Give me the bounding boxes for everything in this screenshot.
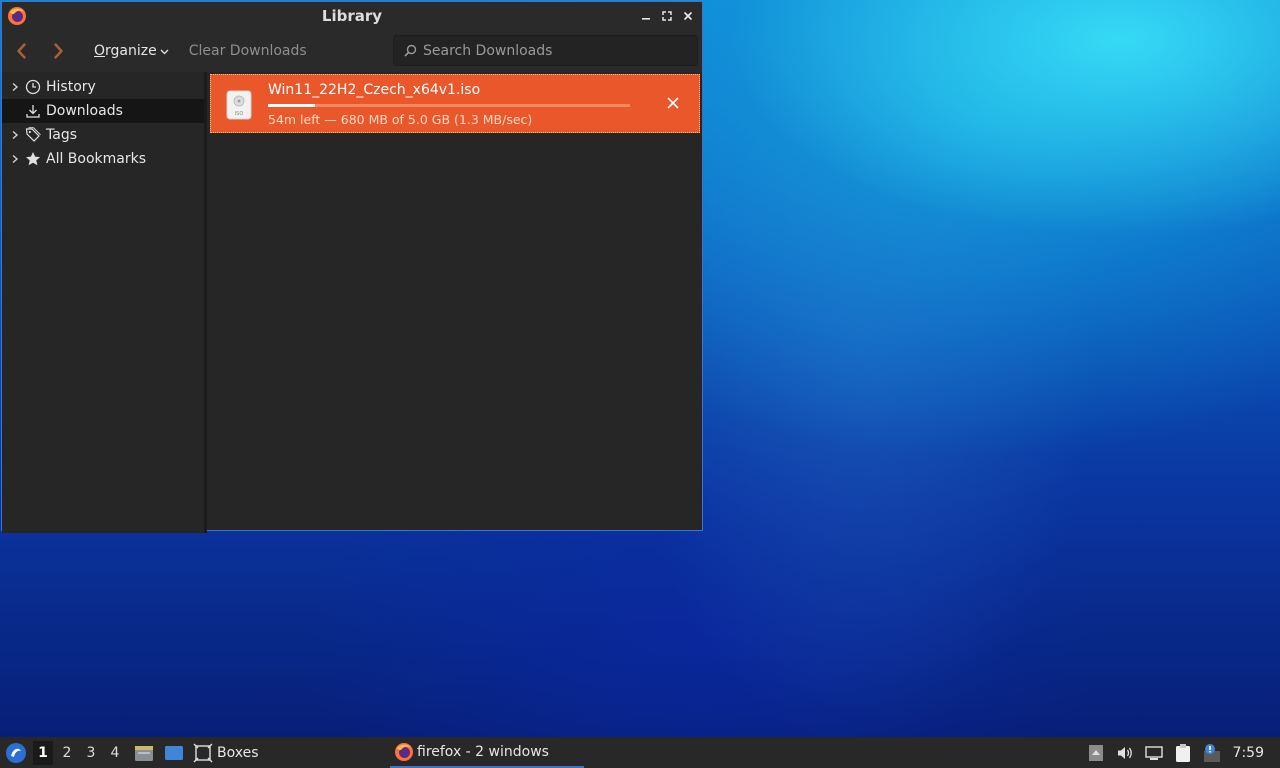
library-content: History Downloads Tags All Bookmarks ISO… — [2, 72, 702, 533]
sidebar-item-label: Downloads — [46, 103, 123, 119]
search-downloads-input[interactable] — [423, 42, 683, 59]
speaker-icon — [1117, 746, 1132, 759]
expand-arrow-icon[interactable] — [9, 82, 21, 92]
system-tray: 7:59 — [1086, 737, 1280, 768]
maximize-button[interactable] — [658, 7, 675, 24]
network-button[interactable] — [1144, 743, 1164, 763]
tray-arrow-button[interactable] — [1086, 743, 1106, 763]
chevron-up-icon — [1088, 744, 1103, 761]
close-icon — [667, 97, 679, 109]
notification-icon — [1203, 743, 1220, 762]
download-icon — [25, 103, 41, 119]
sidebar-item-all-bookmarks[interactable]: All Bookmarks — [2, 147, 204, 171]
desktop-2-button[interactable]: 2 — [57, 741, 77, 765]
clipboard-button[interactable] — [1173, 743, 1193, 763]
chevron-down-icon — [160, 49, 169, 54]
firefox-task-button[interactable]: firefox - 2 windows — [390, 737, 584, 768]
task-label: firefox - 2 windows — [417, 743, 549, 760]
cancel-download-button[interactable] — [663, 93, 683, 113]
search-icon — [404, 44, 417, 57]
minimize-icon — [641, 17, 650, 20]
firefox-icon — [395, 742, 413, 761]
chevron-right-icon — [54, 43, 63, 59]
notifications-button[interactable] — [1202, 743, 1222, 763]
boxes-task[interactable]: Boxes — [193, 743, 259, 763]
sidebar-item-history[interactable]: History — [2, 75, 204, 99]
downloads-list: ISO Win11_22H2_Czech_x64v1.iso 54m left … — [207, 72, 702, 530]
start-menu-icon — [6, 742, 26, 763]
forward-button[interactable] — [42, 35, 74, 67]
sidebar-item-label: History — [46, 79, 96, 95]
boxes-icon — [193, 743, 213, 762]
iso-file-icon: ISO — [226, 90, 252, 120]
file-manager-launcher[interactable] — [133, 742, 155, 764]
network-icon — [1144, 745, 1163, 760]
star-icon — [25, 151, 41, 167]
volume-button[interactable] — [1115, 743, 1135, 763]
maximize-icon — [661, 10, 672, 21]
sidebar-item-label: All Bookmarks — [46, 151, 147, 167]
back-button[interactable] — [6, 35, 38, 67]
clear-downloads-button[interactable]: Clear Downloads — [189, 43, 307, 59]
clock[interactable]: 7:59 — [1233, 745, 1264, 761]
desktop-icon — [165, 745, 183, 760]
sidebar-item-label: Tags — [46, 127, 77, 143]
clipboard-icon — [1175, 743, 1190, 762]
expand-arrow-icon[interactable] — [9, 130, 21, 140]
download-status: 54m left — 680 MB of 5.0 GB (1.3 MB/sec) — [268, 112, 533, 127]
desktop-3-button[interactable]: 3 — [81, 741, 101, 765]
download-progress-bar — [268, 104, 630, 107]
minimize-button[interactable] — [637, 7, 654, 24]
sidebar-item-tags[interactable]: Tags — [2, 123, 204, 147]
places-sidebar: History Downloads Tags All Bookmarks — [2, 72, 207, 533]
expand-arrow-icon[interactable] — [9, 154, 21, 164]
firefox-icon — [8, 7, 26, 25]
organize-menu-button[interactable]: Organize — [94, 43, 169, 59]
organize-label: Organize — [94, 43, 157, 59]
library-window: Library Organize Clear Downloads Search … — [1, 1, 703, 533]
boxes-label: Boxes — [217, 744, 259, 761]
download-item[interactable]: ISO Win11_22H2_Czech_x64v1.iso 54m left … — [210, 74, 700, 133]
close-icon — [683, 11, 692, 20]
taskbar: 1 2 3 4 Boxes firefox - 2 windows 7:59 — [0, 737, 1280, 768]
start-menu-button[interactable] — [3, 740, 29, 766]
library-toolbar: Organize Clear Downloads — [2, 30, 702, 72]
chevron-left-icon — [17, 43, 26, 59]
window-title: Library — [321, 7, 383, 25]
clock-icon — [25, 79, 41, 95]
download-file-name: Win11_22H2_Czech_x64v1.iso — [268, 82, 481, 98]
file-manager-icon — [135, 745, 153, 761]
file-type-label: ISO — [235, 111, 244, 117]
tag-icon — [25, 127, 41, 143]
desktop-4-button[interactable]: 4 — [105, 741, 125, 765]
show-desktop-button[interactable] — [163, 742, 185, 764]
close-window-button[interactable] — [679, 7, 696, 24]
download-progress-fill — [268, 104, 316, 107]
sidebar-item-downloads[interactable]: Downloads — [2, 99, 204, 123]
search-box[interactable] — [393, 35, 698, 66]
desktop-1-button[interactable]: 1 — [33, 740, 53, 765]
title-bar[interactable]: Library — [2, 2, 702, 30]
window-controls — [637, 7, 696, 24]
